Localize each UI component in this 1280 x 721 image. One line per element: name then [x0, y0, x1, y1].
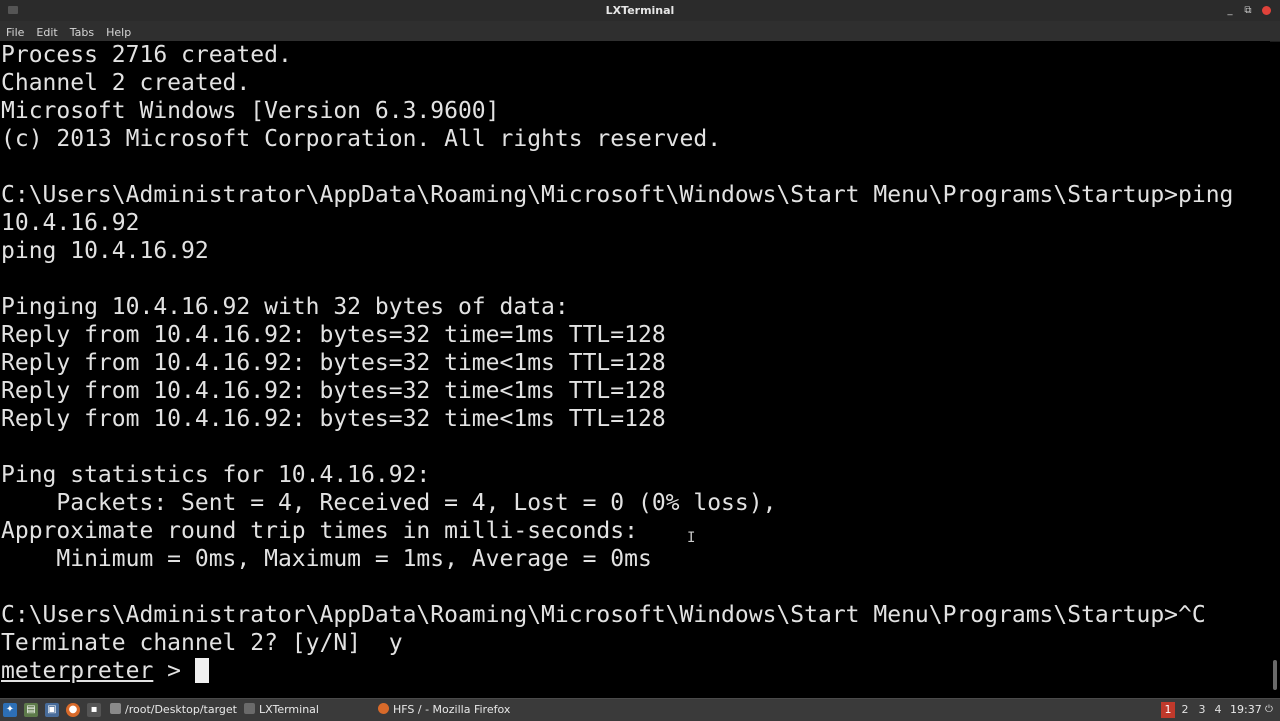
desktop-4[interactable]: 4	[1211, 702, 1225, 718]
terminal-line: Terminate channel 2? [y/N] y	[1, 630, 403, 656]
terminal-line: Reply from 10.4.16.92: bytes=32 time<1ms…	[1, 378, 666, 404]
terminal-line: Microsoft Windows [Version 6.3.9600]	[1, 98, 500, 124]
terminal-line: Channel 2 created.	[1, 70, 251, 96]
firefox-icon[interactable]: ●	[66, 703, 80, 717]
terminal-line: C:\Users\Administrator\AppData\Roaming\M…	[1, 602, 1206, 628]
terminal-line: 10.4.16.92	[1, 210, 140, 236]
terminal-line: Reply from 10.4.16.92: bytes=32 time=1ms…	[1, 322, 666, 348]
desktop-1[interactable]: 1	[1161, 702, 1175, 718]
terminal-line: (c) 2013 Microsoft Corporation. All righ…	[1, 126, 722, 152]
close-button[interactable]	[1258, 0, 1274, 21]
task-lxterminal[interactable]: LXTerminal	[244, 699, 319, 721]
close-icon	[1261, 5, 1271, 15]
menu-file[interactable]: File	[0, 23, 30, 43]
maximize-button[interactable]: ⧉	[1240, 0, 1256, 21]
menu-edit[interactable]: Edit	[30, 23, 63, 43]
file-manager-icon[interactable]: ▤	[24, 703, 38, 717]
desktop-2[interactable]: 2	[1178, 702, 1192, 718]
firefox-icon	[378, 703, 389, 714]
terminal-output[interactable]: Process 2716 created. Channel 2 created. M…	[0, 41, 1270, 692]
task-root-desktop-target[interactable]: /root/Desktop/target	[110, 699, 237, 721]
terminal-icon[interactable]: ▣	[45, 703, 59, 717]
terminal-icon	[110, 703, 121, 714]
terminal-line: Pinging 10.4.16.92 with 32 bytes of data…	[1, 294, 569, 320]
task-firefox[interactable]: HFS / - Mozilla Firefox	[378, 699, 510, 721]
power-icon[interactable]: ⏻	[1263, 704, 1275, 716]
terminal-line: Approximate round trip times in milli-se…	[1, 518, 638, 544]
terminal-text: Process 2716 created. Channel 2 created. M…	[0, 41, 1270, 685]
terminal-line: Process 2716 created.	[1, 42, 292, 68]
terminal-line: Reply from 10.4.16.92: bytes=32 time<1ms…	[1, 350, 666, 376]
terminal-line: Packets: Sent = 4, Received = 4, Lost = …	[1, 490, 777, 516]
terminal-icon	[244, 703, 255, 714]
console-icon[interactable]: ▪	[87, 703, 101, 717]
desktop-3[interactable]: 3	[1195, 702, 1209, 718]
prompt-line[interactable]: meterpreter >	[1, 657, 1270, 685]
terminal-line: Minimum = 0ms, Maximum = 1ms, Average = …	[1, 546, 652, 572]
terminal-line: C:\Users\Administrator\AppData\Roaming\M…	[1, 182, 1234, 208]
ibeam-cursor-icon: I	[687, 530, 696, 546]
task-label: /root/Desktop/target	[125, 703, 237, 716]
menu-bar: File Edit Tabs Help	[0, 21, 1280, 42]
menu-icon[interactable]: ✦	[3, 703, 17, 717]
terminal-line: ping 10.4.16.92	[1, 238, 209, 264]
title-bar[interactable]: LXTerminal _ ⧉	[0, 0, 1280, 21]
menu-tabs[interactable]: Tabs	[64, 23, 100, 43]
task-label: LXTerminal	[259, 703, 319, 716]
terminal-line: Ping statistics for 10.4.16.92:	[1, 462, 431, 488]
prompt-word: meterpreter	[1, 658, 154, 684]
prompt-suffix: >	[153, 658, 195, 684]
terminal-line: Reply from 10.4.16.92: bytes=32 time<1ms…	[1, 406, 666, 432]
scrollbar-thumb[interactable]	[1273, 660, 1277, 690]
taskbar: ✦ ▤ ▣ ● ▪ /root/Desktop/target LXTermina…	[0, 698, 1280, 721]
menu-help[interactable]: Help	[100, 23, 137, 43]
window-title: LXTerminal	[605, 4, 675, 17]
minimize-button[interactable]: _	[1222, 0, 1238, 21]
task-label: HFS / - Mozilla Firefox	[393, 703, 511, 716]
text-cursor	[194, 658, 209, 683]
clock[interactable]: 19:37	[1230, 699, 1262, 721]
